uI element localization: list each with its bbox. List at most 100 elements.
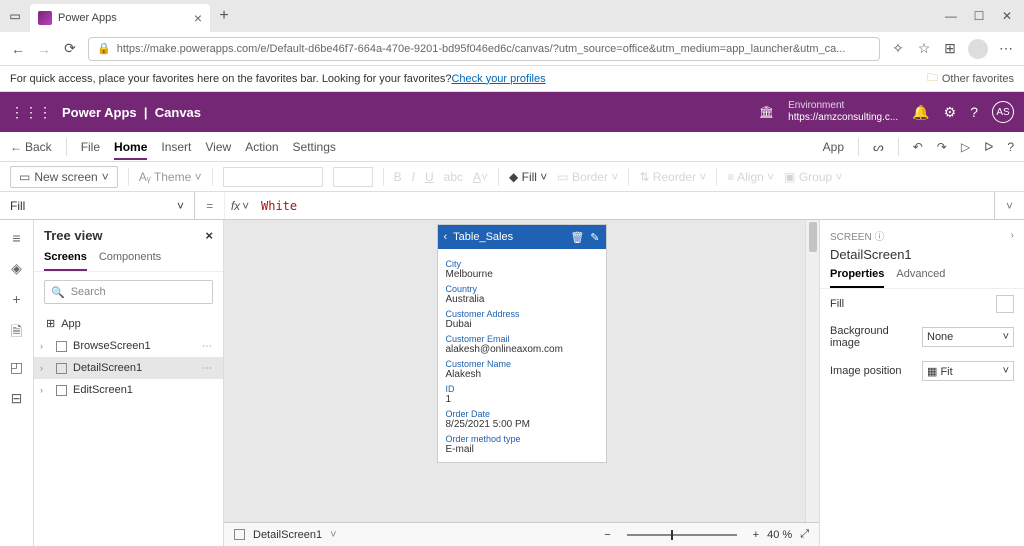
url-field[interactable]: 🔒 https://make.powerapps.com/e/Default-d… (88, 37, 880, 61)
menu-action[interactable]: Action (245, 140, 278, 154)
expand-formula-icon[interactable]: ˅ (994, 192, 1024, 219)
tree-search[interactable]: 🔍 Search (44, 280, 213, 304)
environment-icon[interactable]: 🏛 (759, 105, 774, 119)
tree-view-icon[interactable]: ≡ (12, 230, 20, 246)
canvas-area[interactable]: ‹ Table_Sales 🗑 ✎ CityMelbourneCountryAu… (224, 220, 819, 522)
app-help-icon[interactable]: ? (1007, 140, 1014, 154)
environment-selector[interactable]: Environment https://amzconsulting.c... (788, 100, 898, 124)
menu-settings[interactable]: Settings (293, 140, 336, 154)
tab-screens[interactable]: Screens (44, 251, 87, 271)
settings-icon[interactable]: ⚙ (944, 104, 957, 121)
canvas-scrollbar[interactable] (805, 220, 819, 522)
more-options-icon[interactable]: ⋯ (202, 341, 213, 352)
other-favorites-label[interactable]: Other favorites (942, 73, 1014, 85)
chevron-down-icon[interactable]: ˅ (330, 529, 336, 541)
fill-color-swatch[interactable] (996, 295, 1014, 313)
delete-icon[interactable]: 🗑 (570, 231, 584, 244)
tab-components[interactable]: Components (99, 251, 161, 271)
bgimage-dropdown[interactable]: None˅ (922, 327, 1014, 347)
status-screen-name[interactable]: DetailScreen1 (253, 529, 322, 541)
preview-icon[interactable]: ᐅ (984, 140, 993, 154)
field-label: Country (446, 284, 598, 294)
profile-icon[interactable] (968, 39, 988, 59)
chevron-right-icon[interactable]: › (40, 363, 43, 373)
chevron-right-icon[interactable]: › (40, 341, 43, 351)
undo-icon[interactable]: ↶ (913, 140, 923, 154)
play-icon[interactable]: ▷ (961, 140, 970, 154)
redo-icon[interactable]: ↷ (937, 140, 947, 154)
media-icon[interactable]: ◰ (10, 359, 23, 376)
help-icon[interactable]: ? (970, 104, 978, 120)
tree-browse-screen[interactable]: › BrowseScreen1 ⋯ (34, 335, 223, 357)
chevron-right-icon[interactable]: › (1011, 230, 1014, 241)
maximize-icon[interactable]: ☐ (972, 9, 986, 23)
app-icon: ⊞ (46, 317, 55, 330)
reorder-button[interactable]: ⇅ Reorder ˅ (639, 170, 706, 184)
back-arrow-icon[interactable]: ‹ (444, 231, 448, 243)
tree-edit-screen[interactable]: › EditScreen1 (34, 379, 223, 401)
field-value: Melbourne (446, 269, 598, 280)
tree-app-node[interactable]: ⊞ App (34, 312, 223, 335)
folder-icon: 🗀 (927, 69, 938, 88)
new-screen-button[interactable]: ▭ New screen ˅ (10, 166, 118, 188)
user-avatar[interactable]: AS (992, 101, 1014, 123)
zoom-slider[interactable] (627, 534, 737, 536)
edit-icon[interactable]: ✎ (590, 231, 599, 244)
check-profiles-link[interactable]: Check your profiles (451, 73, 545, 85)
new-tab-button[interactable]: + (210, 7, 238, 25)
tab-properties[interactable]: Properties (830, 268, 884, 288)
menu-home[interactable]: Home (114, 140, 147, 160)
share-icon[interactable]: ᔕ (873, 140, 884, 154)
tab-advanced[interactable]: Advanced (896, 268, 945, 288)
fontsize-dropdown[interactable] (333, 167, 373, 187)
main-area: ≡ ◈ + 🗎 ◰ ⊟ Tree view × Screens Componen… (0, 220, 1024, 546)
menu-view[interactable]: View (205, 140, 231, 154)
minimize-icon[interactable]: — (944, 9, 958, 23)
border-button[interactable]: ▭ Border ˅ (557, 170, 618, 184)
tab-close-icon[interactable]: × (194, 10, 202, 26)
info-icon[interactable]: ⓘ (874, 232, 884, 243)
field-value: Alakesh (446, 369, 598, 380)
close-window-icon[interactable]: ✕ (1000, 9, 1014, 23)
notifications-icon[interactable]: 🔔 (912, 104, 929, 121)
formula-input[interactable]: White (255, 199, 994, 213)
favorites-icon[interactable]: ☆ (916, 40, 932, 57)
refresh-icon[interactable]: ⟳ (62, 40, 78, 57)
tree-close-icon[interactable]: × (205, 228, 213, 243)
theme-button[interactable]: Aᵧ Theme ˅ (139, 170, 202, 184)
more-icon[interactable]: ⋯ (998, 40, 1014, 57)
zoom-in-icon[interactable]: + (753, 529, 759, 541)
read-aloud-icon[interactable]: ✧ (890, 40, 906, 57)
fill-button[interactable]: ◆ Fill ˅ (509, 170, 547, 184)
data-icon[interactable]: 🗎 (11, 321, 22, 345)
tab-actions-icon[interactable]: ▭ (0, 9, 30, 23)
more-options-icon[interactable]: ⋯ (202, 363, 213, 374)
back-icon[interactable]: ← (10, 41, 26, 57)
prop-fill-label: Fill (830, 298, 990, 310)
font-dropdown[interactable] (223, 167, 323, 187)
insert-pane-icon[interactable]: ◈ (11, 260, 22, 277)
add-icon[interactable]: + (12, 291, 20, 307)
variables-icon[interactable]: ⊟ (11, 390, 23, 407)
tree-detail-screen[interactable]: › DetailScreen1 ⋯ (34, 357, 223, 379)
app-button[interactable]: App (823, 140, 844, 154)
property-selector[interactable]: Fill˅ (0, 192, 195, 219)
menu-file[interactable]: File (81, 140, 100, 154)
form-header: ‹ Table_Sales 🗑 ✎ (438, 225, 606, 249)
screen-icon (56, 363, 67, 374)
fit-icon[interactable]: ⤢ (800, 528, 809, 541)
align-button[interactable]: ≡ Align ˅ (727, 170, 774, 184)
fx-label[interactable]: fx˅ (225, 199, 255, 213)
imgpos-dropdown[interactable]: ▦ Fit˅ (922, 361, 1014, 381)
group-button[interactable]: ▣ Group ˅ (784, 170, 842, 184)
phone-preview[interactable]: ‹ Table_Sales 🗑 ✎ CityMelbourneCountryAu… (437, 224, 607, 463)
menu-insert[interactable]: Insert (161, 140, 191, 154)
collections-icon[interactable]: ⊞ (942, 40, 958, 57)
italic-icon: I (412, 170, 415, 184)
back-button[interactable]: ← Back (10, 140, 52, 154)
zoom-out-icon[interactable]: − (604, 529, 610, 541)
chevron-right-icon[interactable]: › (40, 385, 43, 395)
browser-tab[interactable]: Power Apps × (30, 4, 210, 32)
screen-icon (56, 385, 67, 396)
app-launcher-icon[interactable]: ⋮⋮⋮ (10, 104, 52, 121)
